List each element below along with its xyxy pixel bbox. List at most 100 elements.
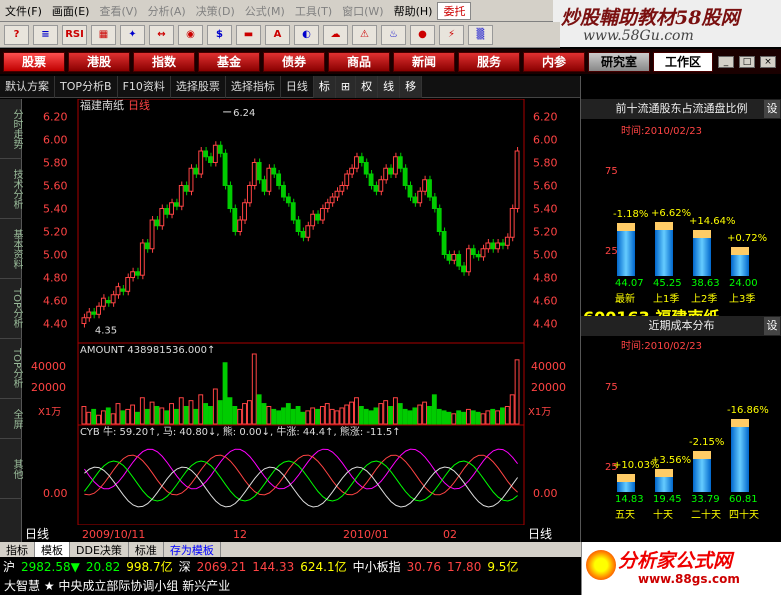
chart-tab-6[interactable]: 标 (313, 75, 336, 98)
candle-10 (130, 271, 136, 278)
price-axis-left-6: 5.00 (43, 249, 68, 262)
left-side-item-4[interactable]: TOP分析 (0, 339, 22, 399)
menu-item-5[interactable]: 公式(M) (240, 3, 290, 19)
index-item-4: 深 (178, 560, 191, 574)
window-control-0[interactable]: _ (718, 55, 734, 68)
menu-item-6[interactable]: 工具(T) (290, 3, 337, 19)
category-3[interactable]: 基金 (198, 51, 260, 72)
daily-label-left[interactable]: 日线 (25, 527, 49, 541)
price-axis-right-5: 5.20 (533, 226, 558, 239)
candle-56 (354, 156, 359, 169)
candle-14 (149, 219, 155, 250)
amount-bar-35 (251, 353, 257, 425)
category-0[interactable]: 股票 (3, 51, 65, 72)
toolbar-icon-3[interactable]: ▦ (91, 24, 116, 45)
toolbar-icon-14[interactable]: ● (410, 24, 435, 45)
left-side-item-5[interactable]: 全屏 (0, 399, 22, 439)
chart-tab-2[interactable]: F10资料 (118, 75, 171, 98)
window-control-2[interactable]: × (760, 55, 776, 68)
toolbar-icon-12[interactable]: ⚠ (352, 24, 377, 45)
left-side-item-3[interactable]: TOP分析 (0, 279, 22, 339)
category-2[interactable]: 指数 (133, 51, 195, 72)
price-axis-left-9: 4.40 (43, 318, 68, 331)
index-item-3: 998.7亿 (126, 560, 173, 574)
category-8[interactable]: 内参 (523, 51, 585, 72)
toolbar-icon-2[interactable]: RSI (62, 24, 87, 45)
chart-tab-0[interactable]: 默认方案 (0, 75, 55, 98)
status-tab-4[interactable]: 存为模板 (164, 541, 221, 558)
amount-bar-15 (154, 406, 160, 425)
category-6[interactable]: 新闻 (393, 51, 455, 72)
amount-bar-27 (212, 388, 218, 425)
chart-tab-10[interactable]: 移 (400, 75, 423, 98)
menu-item-4[interactable]: 决策(D) (191, 3, 240, 19)
max-price-label: 6.24 (233, 108, 255, 119)
menu-item-9[interactable]: 委托 (437, 1, 472, 20)
candle-79 (465, 248, 471, 273)
left-side-item-6[interactable]: 其他 (0, 439, 22, 499)
candle-17 (164, 208, 170, 215)
amount-bar-53 (339, 407, 345, 425)
status-tab-1[interactable]: 模板 (35, 541, 70, 558)
menu-item-3[interactable]: 分析(A) (143, 3, 191, 19)
candle-13 (144, 242, 150, 250)
toolbar-icon-5[interactable]: ↔ (149, 24, 174, 45)
category-10[interactable]: 工作区 (653, 51, 713, 72)
menu-item-2[interactable]: 查看(V) (94, 3, 142, 19)
toolbar-icon-11[interactable]: ☁ (323, 24, 348, 45)
toolbar-icon-8[interactable]: ▬ (236, 24, 261, 45)
menu-item-8[interactable]: 帮助(H) (389, 3, 438, 19)
amount-bar-67 (407, 410, 413, 425)
category-4[interactable]: 债券 (263, 51, 325, 72)
amount-axis-left-1: 20000 (31, 381, 66, 394)
panel1-header: 前十流通股东占流通盘比例 设 (581, 99, 781, 119)
candle-11 (135, 271, 140, 276)
price-axis-right-3: 5.60 (533, 180, 558, 193)
chart-tab-1[interactable]: TOP分析B (55, 75, 118, 98)
toolbar-icon-13[interactable]: ♨ (381, 24, 406, 45)
toolbar-icon-16[interactable]: ▒ (468, 24, 493, 45)
menu-item-0[interactable]: 文件(F) (0, 3, 47, 19)
chart-tab-4[interactable]: 选择指标 (226, 75, 281, 98)
toolbar-icon-7[interactable]: $ (207, 24, 232, 45)
status-tab-0[interactable]: 指标 (0, 541, 35, 558)
menu-item-7[interactable]: 窗口(W) (337, 3, 388, 19)
amount-bar-47 (310, 407, 316, 425)
chart-tab-3[interactable]: 选择股票 (171, 75, 226, 98)
stock-chart[interactable]: 福建南纸 日线 AMOUNT 438981536.000↑ CYB 牛: 59.… (23, 99, 580, 542)
chart-tab-5[interactable]: 日线 (281, 75, 314, 98)
amount-bar-62 (383, 400, 389, 425)
chart-tab-9[interactable]: 线 (378, 75, 401, 98)
amount-bar-51 (329, 408, 335, 425)
toolbar-icon-10[interactable]: ◐ (294, 24, 319, 45)
category-7[interactable]: 服务 (458, 51, 520, 72)
toolbar-icon-1[interactable]: ≡ (33, 24, 58, 45)
candle-54 (344, 173, 350, 186)
category-5[interactable]: 商品 (328, 51, 390, 72)
left-side-item-1[interactable]: 技术分析 (0, 159, 22, 219)
candle-18 (169, 202, 174, 215)
status-tab-3[interactable]: 标准 (129, 541, 164, 558)
panel2-settings-button[interactable]: 设 (764, 317, 780, 335)
category-1[interactable]: 港股 (68, 51, 130, 72)
menu-item-1[interactable]: 画面(E) (47, 3, 95, 19)
left-side-item-0[interactable]: 分时走势 (0, 99, 22, 159)
toolbar-icon-6[interactable]: ◉ (178, 24, 203, 45)
panel2-bar-pct-2: -2.15% (689, 437, 725, 449)
left-side-item-2[interactable]: 基本资料 (0, 219, 22, 279)
toolbar-icon-15[interactable]: ⚡ (439, 24, 464, 45)
amount-bar-26 (208, 406, 213, 425)
daily-label-right[interactable]: 日线 (528, 527, 552, 541)
window-control-1[interactable]: □ (739, 55, 755, 68)
candle-9 (125, 277, 131, 292)
chart-tab-7[interactable]: ⊞ (335, 75, 357, 98)
toolbar-icon-0[interactable]: ? (4, 24, 29, 45)
chart-tab-8[interactable]: 权 (356, 75, 379, 98)
candle-7 (115, 286, 121, 296)
status-tab-2[interactable]: DDE决策 (70, 541, 129, 558)
category-9[interactable]: 研究室 (588, 51, 650, 72)
toolbar-icon-4[interactable]: ✦ (120, 24, 145, 45)
panel1-settings-button[interactable]: 设 (764, 100, 780, 118)
toolbar-icon-9[interactable]: A (265, 24, 290, 45)
candle-64 (392, 156, 398, 175)
